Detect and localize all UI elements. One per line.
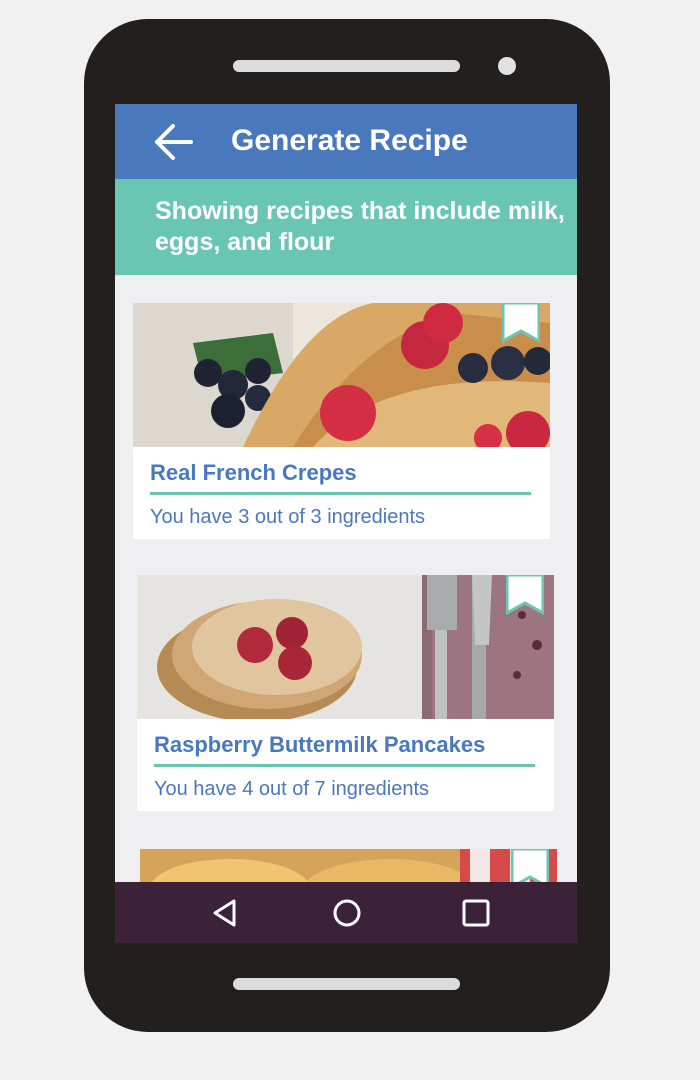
recipe-card-crepes[interactable]: Real French Crepes You have 3 out of 3 i… <box>133 301 550 539</box>
app-bar: Generate Recipe <box>115 104 577 179</box>
recipe-title: Raspberry Buttermilk Pancakes <box>154 732 486 757</box>
bookmark-icon <box>501 301 541 344</box>
bookmark-button[interactable] <box>505 573 545 616</box>
recipe-title: Real French Crepes <box>150 460 357 485</box>
divider <box>150 492 531 495</box>
recipe-ingredient-count: You have 4 out of 7 ingredients <box>154 778 430 800</box>
system-nav-bar <box>115 882 577 943</box>
back-button[interactable] <box>151 122 195 162</box>
recents-square-icon <box>462 899 490 927</box>
home-circle-icon <box>333 899 361 927</box>
nav-back-button[interactable] <box>208 896 242 930</box>
bookmark-icon <box>505 573 545 616</box>
filter-banner-text: Showing recipes that include milk, eggs,… <box>155 197 565 256</box>
recipe-image-crepes <box>133 303 550 447</box>
arrow-left-icon <box>155 124 193 160</box>
back-triangle-icon <box>213 899 236 927</box>
recipe-image-pancakes <box>137 575 554 719</box>
earpiece-speaker <box>233 60 460 72</box>
nav-home-button[interactable] <box>330 896 364 930</box>
bookmark-button[interactable] <box>501 301 541 344</box>
nav-recents-button[interactable] <box>459 896 493 930</box>
bottom-speaker <box>233 978 460 990</box>
app-screen: Generate Recipe Showing recipes that inc… <box>115 104 577 943</box>
page-title: Generate Recipe <box>231 124 468 157</box>
filter-banner: Showing recipes that include milk, eggs,… <box>115 179 577 275</box>
recipe-ingredient-count: You have 3 out of 3 ingredients <box>150 506 426 528</box>
front-camera <box>498 57 516 75</box>
recipe-card-pancakes[interactable]: Raspberry Buttermilk Pancakes You have 4… <box>137 573 554 811</box>
divider <box>154 764 535 767</box>
